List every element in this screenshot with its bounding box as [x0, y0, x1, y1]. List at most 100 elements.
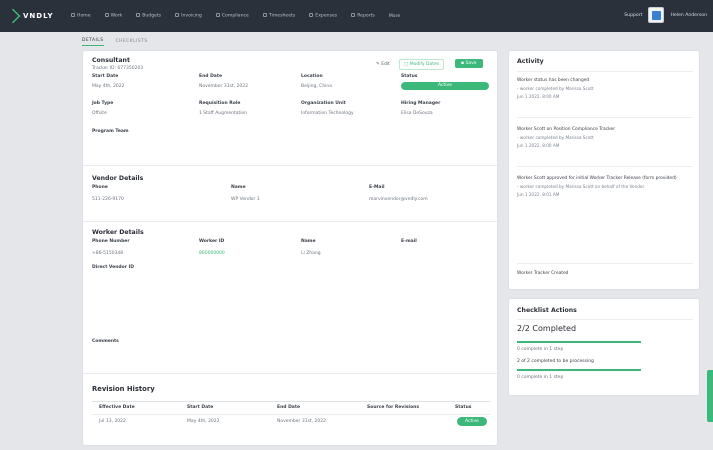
- field-label-status: Status: [401, 74, 418, 79]
- worker-id-label: Worker ID: [199, 239, 225, 244]
- nav-item-work[interactable]: Work: [100, 11, 128, 21]
- checklist-progress-bar: [517, 369, 641, 371]
- field-value-requisition-role: 1 Staff Augmentation: [199, 111, 248, 116]
- user-avatar[interactable]: [648, 7, 665, 23]
- checklist-summary: 2/2 Completed: [517, 324, 577, 333]
- worker-id-link[interactable]: 860000000: [199, 251, 225, 256]
- field-label-end-date: End Date: [199, 74, 223, 79]
- avatar-icon: [651, 10, 661, 20]
- record-title: Consultant: [92, 57, 130, 64]
- worker-email-label: E-mail: [401, 239, 417, 244]
- field-label-org-unit: Organization Unit: [301, 101, 346, 106]
- section-divider: [83, 165, 497, 166]
- vendor-details-title: Vendor Details: [92, 175, 144, 182]
- briefcase-icon: [104, 13, 109, 18]
- checklist-actions-panel: Checklist Actions 2/2 Completed 0 comple…: [508, 298, 700, 396]
- section-divider: [83, 373, 497, 374]
- checklist-item[interactable]: 0 complete in 1 step: [517, 375, 563, 380]
- modify-dates-button[interactable]: ▢ Modify Dates: [399, 59, 445, 70]
- table-header-end-date: End Date: [277, 405, 301, 410]
- expense-icon: [309, 13, 314, 18]
- worker-name-label: Name: [301, 239, 316, 244]
- table-top-border: [92, 401, 490, 402]
- home-icon: [71, 13, 75, 18]
- save-button[interactable]: ▪ Save: [455, 59, 483, 68]
- report-icon: [351, 13, 356, 18]
- tab-checklists[interactable]: CHECKLISTS: [116, 39, 148, 46]
- worker-name-value: Li Zhang: [301, 251, 321, 256]
- worker-phone-label: Phone Number: [92, 239, 130, 244]
- user-name[interactable]: Helen Anderson: [670, 13, 707, 18]
- checklist-progress-bar: [517, 341, 641, 343]
- activity-panel: Activity Worker status has been changed …: [508, 50, 700, 290]
- field-value-hiring-manager: Elisa DeSouza: [401, 111, 433, 116]
- brand-logo[interactable]: VNDLY: [5, 8, 66, 24]
- table-cell-end-date: November 31st, 2022: [277, 419, 326, 424]
- field-label-program-team: Program Team: [92, 129, 129, 134]
- field-value-org-unit: Information Technology: [301, 111, 354, 116]
- field-value-end-date: November 31st, 2022: [199, 84, 248, 89]
- worker-details-title: Worker Details: [92, 229, 144, 236]
- activity-divider: [517, 166, 693, 167]
- table-header-divider: [92, 414, 490, 415]
- vendor-name-label: Name: [231, 185, 246, 190]
- invoice-icon: [175, 13, 180, 18]
- main-nav: Home Work Budgets Invoicing Compliance T…: [66, 11, 405, 21]
- section-divider: [83, 221, 497, 222]
- checklist-item[interactable]: 2 of 2 completed to be processing: [517, 359, 594, 364]
- support-link[interactable]: Support: [624, 13, 642, 18]
- nav-item-expenses[interactable]: Expenses: [304, 11, 342, 21]
- feedback-side-tab[interactable]: [707, 370, 713, 422]
- top-navigation-bar: VNDLY Home Work Budgets Invoicing Compli…: [0, 0, 713, 32]
- activity-divider: [517, 263, 693, 264]
- field-label-requisition-role: Requisition Role: [199, 101, 241, 106]
- tracker-id: Tracker ID: 677350203: [92, 66, 144, 71]
- field-label-location: Location: [301, 74, 323, 79]
- nav-item-home[interactable]: Home: [66, 11, 96, 21]
- table-header-status: Status: [455, 405, 472, 410]
- activity-item: Worker Scott on Position Compliance Trac…: [517, 127, 616, 148]
- nav-item-timesheets[interactable]: Timesheets: [258, 11, 300, 21]
- brand-name: VNDLY: [23, 12, 54, 20]
- field-value-start-date: May 4th, 2022: [92, 84, 125, 89]
- page-content: DETAILS CHECKLISTS Consultant Tracker ID…: [82, 32, 704, 446]
- tab-details[interactable]: DETAILS: [82, 38, 104, 46]
- nav-item-budgets[interactable]: Budgets: [131, 11, 166, 21]
- vendor-name-value: WP Vendor 1: [231, 197, 260, 202]
- direct-vendor-id-label: Direct Vendor ID: [92, 265, 134, 270]
- nav-item-more[interactable]: More: [384, 12, 405, 21]
- table-header-source: Source for Revisions: [367, 405, 420, 410]
- nav-item-reports[interactable]: Reports: [346, 11, 380, 21]
- comments-label: Comments: [92, 339, 119, 344]
- table-cell-effective-date: Jul 13, 2022: [99, 419, 126, 424]
- activity-title: Activity: [517, 58, 544, 65]
- compliance-icon: [215, 13, 220, 18]
- table-cell-status-badge: Active: [457, 417, 487, 426]
- field-label-hiring-manager: Hiring Manager: [401, 101, 441, 106]
- field-value-job-type: Offsite: [92, 111, 107, 116]
- checklist-item[interactable]: 0 complete in 1 step: [517, 347, 563, 352]
- timesheet-icon: [262, 13, 267, 18]
- top-right-controls: Support Helen Anderson: [624, 7, 707, 23]
- revision-history-title: Revision History: [92, 385, 155, 393]
- table-header-effective-date: Effective Date: [99, 405, 135, 410]
- activity-item: Worker Tracker Created: [517, 271, 569, 276]
- record-tabs: DETAILS CHECKLISTS: [82, 32, 148, 46]
- checklist-divider: [517, 319, 693, 320]
- logo-chevron-icon: [5, 8, 21, 24]
- table-cell-start-date: May 4th, 2022: [187, 419, 220, 424]
- vendor-email-label: E-Mail: [369, 185, 385, 190]
- budget-icon: [136, 13, 141, 18]
- nav-item-compliance[interactable]: Compliance: [211, 11, 254, 21]
- status-badge: Active: [401, 82, 489, 90]
- activity-divider: [517, 117, 693, 118]
- field-label-start-date: Start Date: [92, 74, 119, 79]
- table-header-start-date: Start Date: [187, 405, 214, 410]
- nav-item-invoicing[interactable]: Invoicing: [170, 11, 207, 21]
- edit-button[interactable]: ✎ Edit: [373, 60, 393, 69]
- vendor-phone-value: 511-226-9170: [92, 197, 124, 202]
- activity-item: Worker status has been changed - worker …: [517, 78, 594, 99]
- field-value-location: Beijing, China: [301, 84, 333, 89]
- activity-item: Worker Scott approved for initial Worker…: [517, 176, 677, 197]
- activity-divider: [517, 71, 693, 72]
